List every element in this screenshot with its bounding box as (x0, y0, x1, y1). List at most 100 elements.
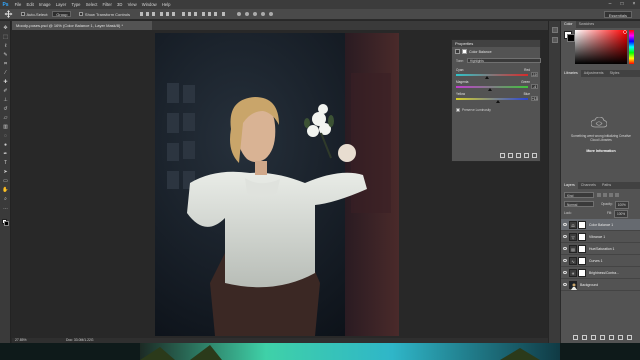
visibility-eye-icon[interactable] (563, 259, 567, 262)
fill-control[interactable]: Fill: 100% (607, 210, 629, 218)
layer-mask-thumbnail[interactable] (578, 245, 586, 253)
layer-name[interactable]: Color Balance 1 (589, 219, 613, 231)
opacity-control[interactable]: Opacity: 100% (601, 201, 629, 209)
visibility-icon[interactable] (524, 153, 529, 158)
lasso-icon[interactable]: ℓ (2, 43, 9, 50)
preserve-luminosity-checkbox[interactable]: Preserve Luminosity (456, 108, 491, 112)
visibility-eye-icon[interactable] (563, 271, 567, 274)
properties-icon[interactable] (552, 37, 558, 43)
reset-icon[interactable] (516, 153, 521, 158)
move-tool-preset[interactable] (4, 10, 13, 18)
slider-cyan-red[interactable]: Cyan Red -10 (456, 68, 538, 80)
link-icon[interactable] (573, 335, 578, 340)
visibility-eye-icon[interactable] (563, 283, 567, 286)
layer-filter-buttons[interactable] (597, 193, 619, 197)
layer-name[interactable]: Hue/Saturation 1 (589, 243, 614, 255)
trash-icon[interactable] (532, 153, 537, 158)
show-transform-checkbox[interactable]: Show Transform Controls (79, 12, 130, 17)
slider-track[interactable] (456, 86, 528, 88)
layer-row[interactable]: ∿ Curves 1 (561, 255, 640, 267)
menu-item-window[interactable]: Window (139, 2, 159, 7)
fx-icon[interactable] (582, 335, 587, 340)
healing-icon[interactable]: ✚ (2, 79, 9, 86)
type-filter-icon[interactable] (609, 193, 613, 197)
background-color-swatch[interactable] (4, 221, 9, 226)
visibility-eye-icon[interactable] (563, 223, 567, 226)
more-icon[interactable]: … (2, 205, 9, 212)
layer-row[interactable]: ▽ Vibrance 1 (561, 231, 640, 243)
menu-item-edit[interactable]: Edit (24, 2, 36, 7)
blend-mode-dropdown[interactable]: Normal (564, 201, 594, 207)
layer-mask-thumbnail[interactable] (578, 233, 586, 241)
path-select-icon[interactable]: ➤ (2, 169, 9, 176)
gradient-icon[interactable]: ▥ (2, 124, 9, 131)
layer-name[interactable]: Background (580, 279, 598, 291)
layer-row[interactable]: ▤ Hue/Saturation 1 (561, 243, 640, 255)
layer-mask-thumbnail[interactable] (578, 221, 586, 229)
type-icon[interactable]: T (2, 160, 9, 167)
layer-mask-thumbnail[interactable] (578, 269, 586, 277)
move-icon[interactable]: ✥ (2, 25, 9, 32)
layer-row[interactable]: ☀ Brightness/Contra... (561, 267, 640, 279)
tab-paths[interactable]: Paths (599, 182, 614, 189)
layer-name[interactable]: Curves 1 (589, 255, 603, 267)
tab-libraries[interactable]: Libraries (561, 70, 581, 77)
layer-row[interactable]: ⚖ Color Balance 1 (561, 219, 640, 231)
layer-mask-thumbnail[interactable] (578, 257, 586, 265)
mask-icon[interactable] (462, 49, 467, 54)
slider-magenta-green[interactable]: Magenta Green -4 (456, 80, 538, 92)
slider-value-field[interactable]: -4 (531, 84, 538, 89)
quick-select-icon[interactable]: ✎ (2, 52, 9, 59)
crop-icon[interactable]: ⌗ (2, 61, 9, 68)
slider-thumb[interactable] (484, 76, 489, 79)
tone-dropdown[interactable]: Highlights (466, 58, 541, 63)
visibility-eye-icon[interactable] (563, 235, 567, 238)
menu-item-file[interactable]: File (12, 2, 24, 7)
3d-mode-buttons[interactable] (236, 11, 276, 17)
pen-icon[interactable]: ✒ (2, 151, 9, 158)
more-information-link[interactable]: More Information (569, 149, 633, 153)
menu-item-layer[interactable]: Layer (53, 2, 69, 7)
stamp-icon[interactable]: ⊥ (2, 97, 9, 104)
color-field[interactable] (575, 30, 627, 64)
menu-item-3d[interactable]: 3D (114, 2, 125, 7)
eyedropper-icon[interactable]: ⁄ (2, 70, 9, 77)
workspace-switcher[interactable]: Essentials (603, 11, 632, 18)
auto-select-checkbox[interactable]: Auto-Select: (21, 12, 48, 17)
slider-track[interactable] (456, 74, 528, 76)
zoom-icon[interactable]: ⌕ (2, 196, 9, 203)
dodge-icon[interactable]: ● (2, 142, 9, 149)
marquee-icon[interactable]: ⬚ (2, 34, 9, 41)
menu-item-filter[interactable]: Filter (100, 2, 115, 7)
folder-icon[interactable] (609, 335, 614, 340)
history-icon[interactable] (552, 27, 558, 33)
trash-icon[interactable] (627, 335, 632, 340)
tab-color[interactable]: Color (561, 21, 576, 28)
mask-icon[interactable] (591, 335, 596, 340)
clip-icon[interactable] (500, 153, 505, 158)
menu-item-image[interactable]: Image (36, 2, 53, 7)
fill-value[interactable]: 100% (613, 210, 629, 218)
slider-value-field[interactable]: +13 (531, 96, 538, 101)
shape-filter-icon[interactable] (615, 193, 619, 197)
minimize-button[interactable]: – (604, 0, 616, 9)
document-canvas-image[interactable] (155, 33, 399, 336)
menu-item-select[interactable]: Select (83, 2, 100, 7)
tab-styles[interactable]: Styles (607, 70, 623, 77)
slider-yellow-blue[interactable]: Yellow Blue +13 (456, 92, 538, 104)
opacity-value[interactable]: 100% (614, 201, 629, 209)
new-layer-icon[interactable] (618, 335, 623, 340)
hand-icon[interactable]: ✋ (2, 187, 9, 194)
close-button[interactable]: × (628, 0, 640, 9)
tab-channels[interactable]: Channels (578, 182, 599, 189)
view-previous-icon[interactable] (508, 153, 513, 158)
align-buttons[interactable] (140, 11, 230, 17)
menu-item-view[interactable]: View (125, 2, 139, 7)
background-color-swatch[interactable] (567, 34, 575, 42)
history-brush-icon[interactable]: ↺ (2, 106, 9, 113)
brush-icon[interactable]: ✐ (2, 88, 9, 95)
tab-layers[interactable]: Layers (561, 182, 578, 189)
layer-filter-dropdown[interactable]: Kind (564, 192, 594, 198)
shape-icon[interactable]: ▭ (2, 178, 9, 185)
tab-swatches[interactable]: Swatches (576, 21, 598, 28)
